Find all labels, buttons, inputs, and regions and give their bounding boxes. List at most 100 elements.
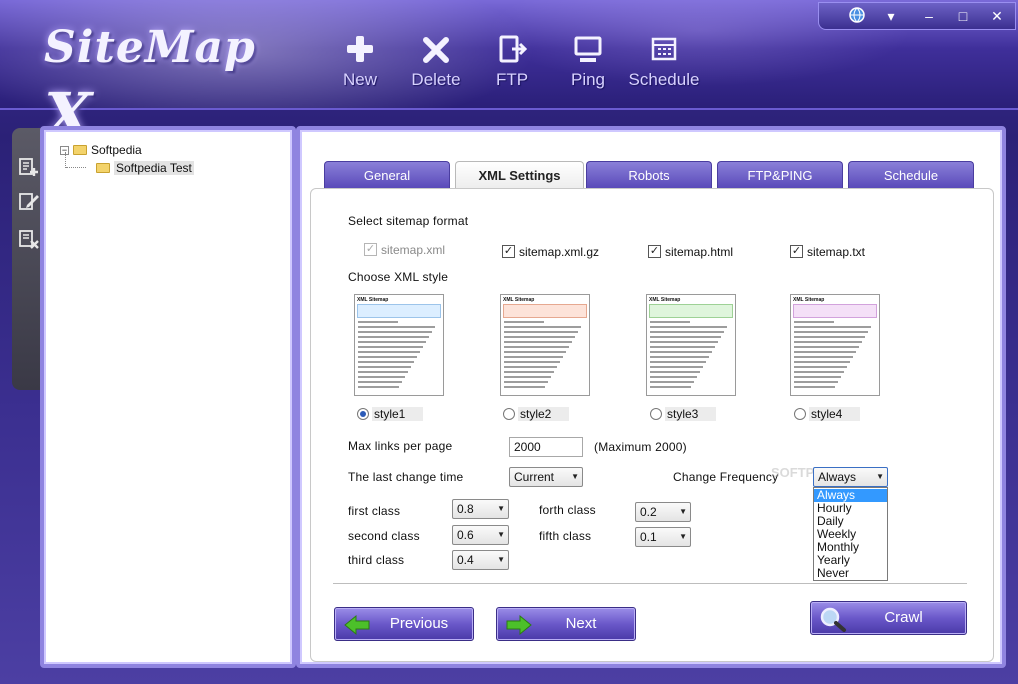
preview-line <box>504 346 569 348</box>
preview-line <box>504 341 572 343</box>
preview-line <box>504 361 560 363</box>
preview-line <box>794 351 856 353</box>
xml-settings-body: Select sitemap format ✓ sitemap.xml ✓ si… <box>310 188 994 662</box>
style3-preview[interactable]: XML Sitemap <box>646 294 736 396</box>
style4-radio[interactable] <box>794 408 806 420</box>
preview-line <box>504 366 557 368</box>
chevron-down-icon: ▼ <box>497 504 505 513</box>
preview-title: XML Sitemap <box>503 297 535 303</box>
ping-button[interactable]: Ping <box>548 30 628 100</box>
preview-line <box>504 386 545 388</box>
third-class-value: 0.4 <box>457 553 474 567</box>
preview-line <box>358 336 429 338</box>
style3-radio[interactable] <box>650 408 662 420</box>
fifth-class-select[interactable]: 0.1 ▼ <box>635 527 691 547</box>
choose-style-label: Choose XML style <box>348 270 449 284</box>
last-change-select[interactable]: Current ▼ <box>509 467 583 487</box>
style1-preview[interactable]: XML Sitemap <box>354 294 444 396</box>
preview-line <box>504 376 551 378</box>
tree-connector <box>65 152 66 168</box>
tree-connector <box>66 167 86 168</box>
preview-line <box>794 331 868 333</box>
preview-header-band <box>649 304 733 318</box>
sitemap-xml-gz-checkbox[interactable]: ✓ <box>502 245 515 258</box>
schedule-button[interactable]: Schedule <box>624 30 704 100</box>
max-links-note: (Maximum 2000) <box>594 440 687 454</box>
menu-dropdown-icon[interactable]: ▾ <box>877 6 905 26</box>
tree-node-label: Softpedia <box>91 143 142 157</box>
preview-line <box>650 361 706 363</box>
preview-line <box>794 366 847 368</box>
first-class-label: first class <box>348 504 401 518</box>
preview-line <box>358 361 414 363</box>
preview-line <box>504 381 548 383</box>
preview-line <box>794 356 853 358</box>
tab-xml-settings[interactable]: XML Settings <box>455 161 584 190</box>
preview-line <box>358 376 405 378</box>
tab-robots[interactable]: Robots <box>586 161 712 189</box>
max-links-input[interactable]: 2000 <box>509 437 583 457</box>
edit-site-icon[interactable] <box>18 190 40 212</box>
ftp-icon <box>472 30 552 70</box>
minimize-button[interactable]: – <box>915 6 943 26</box>
preview-line <box>504 321 544 323</box>
plus-icon <box>320 30 400 70</box>
maximize-button[interactable]: □ <box>949 6 977 26</box>
tab-general[interactable]: General <box>324 161 450 189</box>
preview-line <box>358 351 420 353</box>
preview-line <box>794 361 850 363</box>
preview-line <box>650 356 709 358</box>
forth-class-select[interactable]: 0.2 ▼ <box>635 502 691 522</box>
chevron-down-icon: ▼ <box>679 532 687 541</box>
preview-line <box>650 366 703 368</box>
delete-button[interactable]: Delete <box>396 30 476 100</box>
add-site-icon[interactable] <box>18 156 40 178</box>
preview-line <box>794 381 838 383</box>
next-button[interactable]: Next <box>496 607 636 641</box>
preview-line <box>650 351 712 353</box>
schedule-label: Schedule <box>628 70 700 89</box>
preview-line <box>358 356 417 358</box>
previous-button[interactable]: Previous <box>334 607 474 641</box>
tab-ftp-ping[interactable]: FTP&PING <box>717 161 843 189</box>
tree-node-root[interactable]: − Softpedia <box>60 142 142 158</box>
x-icon <box>396 30 476 70</box>
header: SiteMap X New Delete FTP Ping Schedule ▾… <box>0 0 1018 152</box>
preview-title: XML Sitemap <box>793 297 825 303</box>
preview-title: XML Sitemap <box>357 297 389 303</box>
sitemap-xml-checkbox[interactable]: ✓ <box>364 243 377 256</box>
preview-line <box>358 326 435 328</box>
tab-schedule[interactable]: Schedule <box>848 161 974 189</box>
forth-class-value: 0.2 <box>640 505 657 519</box>
max-links-label: Max links per page <box>348 439 453 453</box>
freq-option-never[interactable]: Never <box>814 567 887 580</box>
third-class-select[interactable]: 0.4 ▼ <box>452 550 509 570</box>
globe-icon[interactable] <box>843 6 871 26</box>
ftp-button[interactable]: FTP <box>472 30 552 100</box>
app-logo: SiteMap X <box>44 22 304 152</box>
preview-header-band <box>503 304 587 318</box>
style4-preview[interactable]: XML Sitemap <box>790 294 880 396</box>
second-class-select[interactable]: 0.6 ▼ <box>452 525 509 545</box>
folder-open-icon <box>96 162 110 173</box>
first-class-select[interactable]: 0.8 ▼ <box>452 499 509 519</box>
crawl-label: Crawl <box>884 609 923 626</box>
sitemap-txt-checkbox[interactable]: ✓ <box>790 245 803 258</box>
change-frequency-select[interactable]: Always ▼ <box>813 467 888 487</box>
style1-radio[interactable] <box>357 408 369 420</box>
style3-label: style3 <box>665 407 717 421</box>
preview-line <box>794 346 859 348</box>
new-button[interactable]: New <box>320 30 400 100</box>
preview-line <box>794 336 865 338</box>
style2-radio[interactable] <box>503 408 515 420</box>
remove-site-icon[interactable] <box>18 228 40 250</box>
close-button[interactable]: ✕ <box>983 6 1011 26</box>
crawl-button[interactable]: Crawl <box>810 601 967 635</box>
calendar-icon <box>624 30 704 70</box>
settings-panel: General XML Settings Robots FTP&PING Sch… <box>296 126 1006 668</box>
divider <box>333 583 967 584</box>
sitemap-html-checkbox[interactable]: ✓ <box>648 245 661 258</box>
style2-preview[interactable]: XML Sitemap <box>500 294 590 396</box>
tree-node-child[interactable]: Softpedia Test <box>96 160 194 176</box>
fifth-class-value: 0.1 <box>640 530 657 544</box>
